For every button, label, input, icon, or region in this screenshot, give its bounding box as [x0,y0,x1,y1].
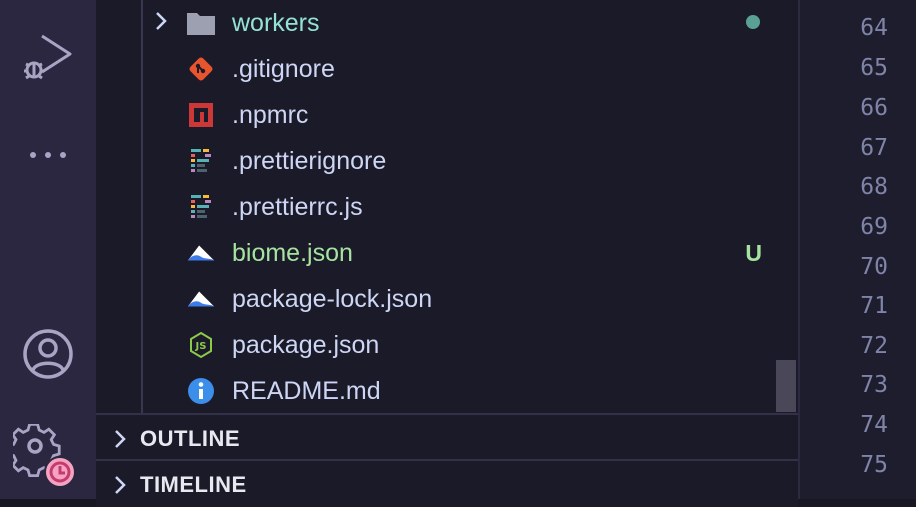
file-name: package.json [232,331,380,359]
file-name: .npmrc [232,101,309,129]
more-icon[interactable] [0,140,96,170]
explorer-scrollbar[interactable] [776,360,796,412]
info-icon [186,376,216,406]
tree-item-prettierignore[interactable]: .prettierignore [96,138,776,184]
file-name: .prettierrc.js [232,193,363,221]
file-name: workers [232,9,320,37]
tree-item-workers[interactable]: workers [96,0,776,46]
tree-item-prettierrc[interactable]: .prettierrc.js [96,184,776,230]
line-number: 66 [860,95,888,121]
tree-item-package-json[interactable]: JS package.json [96,322,776,368]
tree-item-package-lock[interactable]: package-lock.json [96,276,776,322]
git-icon [186,54,216,84]
biome-icon [186,284,216,314]
line-number: 67 [860,135,888,161]
tree-item-gitignore[interactable]: .gitignore [96,46,776,92]
section-timeline[interactable]: TIMELINE [96,459,798,507]
line-number: 75 [860,452,888,478]
tree-item-npmrc[interactable]: .npmrc [96,92,776,138]
prettier-icon [186,192,216,222]
folder-icon [186,8,216,38]
line-number: 69 [860,214,888,240]
manage-gear-icon[interactable] [0,424,96,494]
line-number: 64 [860,15,888,41]
tree-item-biome-json[interactable]: biome.json U [96,230,776,276]
file-name: README.md [232,377,381,405]
line-number: 73 [860,372,888,398]
line-number: 74 [860,412,888,438]
line-number: 72 [860,333,888,359]
nodejs-icon: JS [186,330,216,360]
file-name: package-lock.json [232,285,433,313]
modified-dot-icon [746,15,760,29]
file-name: .prettierignore [232,147,387,175]
chevron-right-icon [112,473,128,502]
run-debug-icon[interactable] [0,30,96,86]
file-name: .gitignore [232,55,335,83]
section-outline[interactable]: OUTLINE [96,413,798,461]
untracked-badge: U [745,240,762,266]
chevron-right-icon [153,9,169,38]
section-title: TIMELINE [140,472,247,497]
file-name: biome.json [232,239,353,267]
activity-bar [0,0,96,499]
tree-item-readme[interactable]: README.md [96,368,776,414]
chevron-right-icon [112,427,128,456]
npm-icon [186,100,216,130]
line-number: 65 [860,55,888,81]
line-number: 70 [860,254,888,280]
line-number: 71 [860,293,888,319]
line-number: 68 [860,174,888,200]
prettier-icon [186,146,216,176]
section-title: OUTLINE [140,426,241,451]
line-number-gutter: 64 65 66 67 68 69 70 71 72 73 74 75 [798,0,916,499]
account-icon[interactable] [0,324,96,384]
svg-text:JS: JS [195,341,207,352]
biome-icon [186,238,216,268]
